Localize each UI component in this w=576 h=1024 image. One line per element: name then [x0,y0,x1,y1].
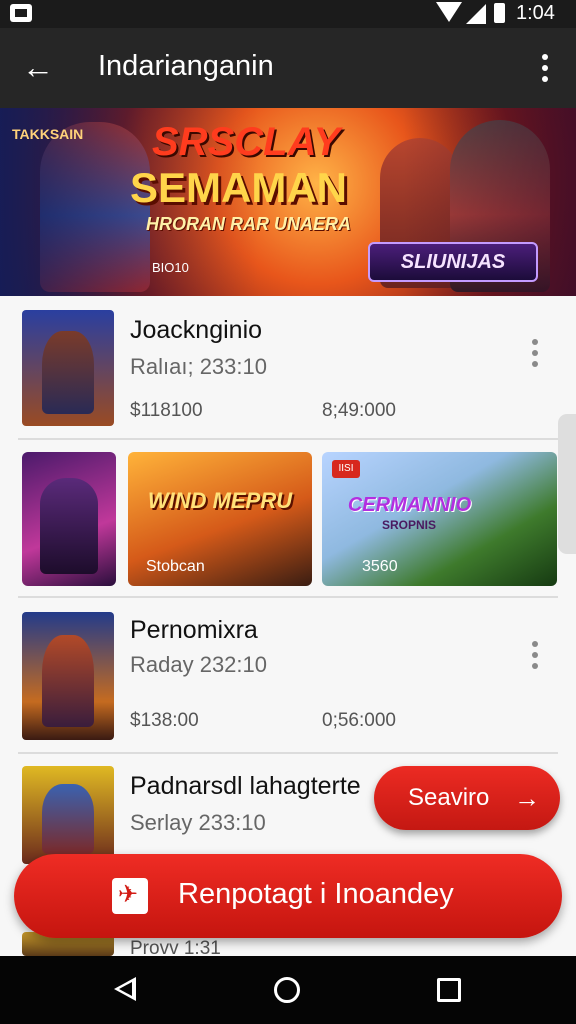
arrow-right-icon: → [514,783,540,813]
game-downloads: 8;49:000 [322,400,396,421]
featured-tile[interactable]: IISI CERMANNIO SROPNIS 3560 [322,452,557,586]
list-item[interactable]: Pernomixra Raday 232:10 $138:00 0;56:000 [0,600,576,750]
nav-back-icon[interactable] [114,977,136,1001]
banner-brand-logo: SLIUNIJAS [368,242,538,282]
service-button[interactable]: Seaviro → [374,766,560,830]
service-button-label: Seaviro [408,784,490,811]
back-arrow-icon[interactable]: ← [18,48,58,88]
page-title: Indarianganin [98,50,274,82]
featured-tile[interactable] [22,452,116,586]
report-button-label: Renpotagt i Inoandey [178,878,454,910]
item-menu-icon[interactable] [524,336,546,370]
app-bar: ← Indarianganin [0,28,576,108]
scrollbar[interactable] [558,414,576,554]
tile-badge: IISI [332,460,360,478]
tile-caption: 3560 [362,558,398,575]
divider [18,438,558,440]
game-date: Serlay 233:10 [130,810,266,835]
banner-headline-2: SEMAMAN [130,164,347,211]
divider [18,752,558,754]
promo-banner[interactable]: TAKKSAIN SRSCLAY SEMAMAN HRORAN RAR UNAE… [0,108,576,296]
tile-title: WIND MEPRU [147,488,293,513]
game-downloads: 0;56:000 [322,710,396,731]
plane-icon [112,878,148,914]
featured-tile[interactable]: WIND MEPRU Stobcan [128,452,312,586]
tile-title: CERMANNIO [347,494,472,516]
game-price: $118100 [130,400,203,421]
game-thumbnail [22,612,114,740]
list-item[interactable]: Joacknginio Ralıaı; 233:10 $118100 8;49:… [0,296,576,442]
status-time: 1:04 [516,2,555,24]
divider [18,596,558,598]
game-title: Joacknginio [130,316,263,344]
notification-icon [10,4,32,22]
tile-subtitle: SROPNIS [382,518,437,532]
nav-home-icon[interactable] [274,977,300,1003]
status-bar: 1:04 [0,0,576,28]
game-thumbnail [22,766,114,864]
game-title: Padnarsdl lahagterte [130,772,361,800]
item-menu-icon[interactable] [524,638,546,672]
wifi-icon [436,2,462,22]
game-thumbnail [22,310,114,426]
tile-caption: Stobcan [146,558,205,575]
system-nav-bar [0,956,576,1024]
game-price: Provv 1:31 [130,938,221,956]
signal-icon [466,4,486,24]
report-button[interactable]: Renpotagt i Inoandey [14,854,562,938]
more-options-icon[interactable] [530,50,560,86]
nav-recents-icon[interactable] [437,978,461,1002]
game-date: Raday 232:10 [130,652,267,677]
game-date: Ralıaı; 233:10 [130,354,267,379]
banner-code: BIO10 [152,260,189,275]
banner-headline-1: SRSCLAY [152,120,341,164]
battery-icon [494,3,505,23]
game-title: Pernomixra [130,616,258,644]
banner-tag: TAKKSAIN [12,126,84,142]
game-price: $138:00 [130,710,199,731]
banner-subtitle: HRORAN RAR UNAERA [146,214,351,234]
